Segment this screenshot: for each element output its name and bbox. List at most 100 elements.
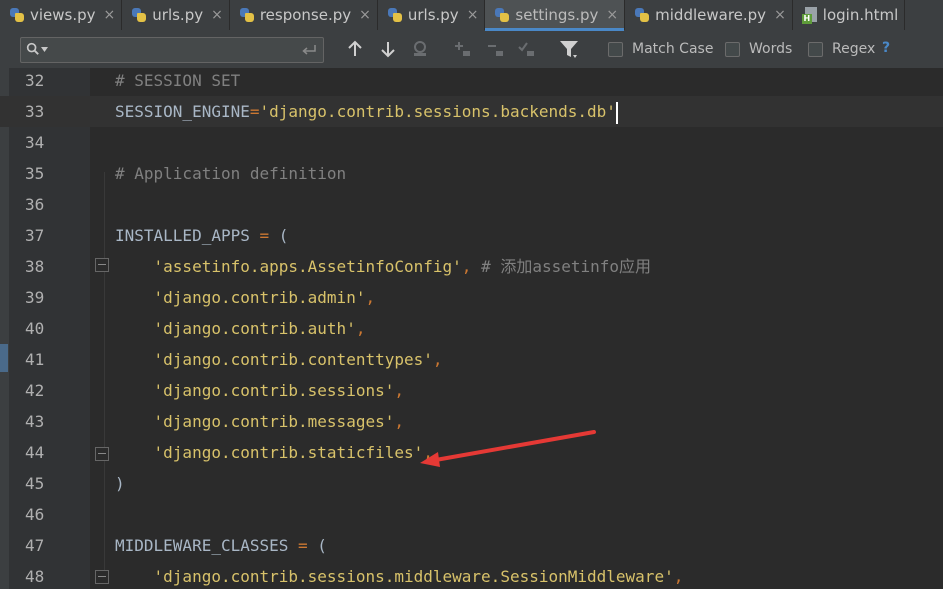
arrow-down-icon[interactable] — [377, 38, 399, 60]
code-text[interactable]: 'django.contrib.admin', — [115, 282, 376, 313]
code-line[interactable]: 38 'assetinfo.apps.AssetinfoConfig', # 添… — [0, 251, 943, 282]
arrow-shaft — [428, 430, 596, 463]
code-line[interactable]: 39 'django.contrib.admin', — [0, 282, 943, 313]
close-icon[interactable]: × — [211, 7, 223, 23]
search-input[interactable] — [57, 40, 291, 62]
code-line[interactable]: 48 'django.contrib.sessions.middleware.S… — [0, 561, 943, 589]
fold-marker-icon[interactable] — [95, 447, 109, 461]
fold-marker-icon[interactable] — [95, 570, 109, 584]
line-number: 48 — [25, 567, 45, 586]
line-number: 45 — [25, 474, 45, 493]
line-number: 35 — [25, 164, 45, 183]
close-icon[interactable]: × — [774, 7, 786, 23]
arrow-up-icon[interactable] — [344, 38, 366, 60]
match-case-option[interactable]: Match Case — [608, 41, 713, 57]
code-line[interactable]: 40 'django.contrib.auth', — [0, 313, 943, 344]
line-number: 47 — [25, 536, 45, 555]
code-text[interactable]: 'django.contrib.sessions.middleware.Sess… — [115, 561, 684, 589]
regex-option[interactable]: Regex — [808, 41, 875, 57]
words-checkbox[interactable] — [725, 41, 740, 57]
html-file-icon: H — [801, 6, 819, 24]
tab-urls-py-2[interactable]: urls.py × — [378, 0, 486, 30]
filter-icon[interactable] — [558, 38, 580, 60]
tab-label: response.py — [259, 6, 352, 24]
code-text[interactable]: 'assetinfo.apps.AssetinfoConfig', # 添加as… — [115, 251, 652, 282]
line-number: 43 — [25, 412, 45, 431]
code-line[interactable]: 41 'django.contrib.contenttypes', — [0, 344, 943, 375]
line-number: 34 — [25, 133, 45, 152]
code-text[interactable]: SESSION_ENGINE='django.contrib.sessions.… — [115, 96, 618, 127]
tab-urls-py[interactable]: urls.py × — [122, 0, 230, 30]
find-in-path-icon[interactable] — [409, 38, 431, 60]
code-text[interactable]: 'django.contrib.messages', — [115, 406, 404, 437]
code-line[interactable]: 47 MIDDLEWARE_CLASSES = ( — [0, 530, 943, 561]
line-number: 36 — [25, 195, 45, 214]
close-icon[interactable]: × — [104, 7, 116, 23]
remove-occurrence-icon[interactable] — [484, 38, 506, 60]
line-number: 33 — [9, 96, 90, 127]
red-annotation-arrow-icon — [420, 430, 596, 467]
code-text[interactable]: MIDDLEWARE_CLASSES = ( — [115, 530, 327, 561]
line-number: 32 — [25, 71, 45, 90]
tab-label: settings.py — [515, 6, 599, 24]
close-icon[interactable]: × — [467, 7, 479, 23]
code-line[interactable]: 42 'django.contrib.sessions', — [0, 375, 943, 406]
line-number: 41 — [25, 350, 45, 369]
regex-help-icon[interactable]: ? — [882, 40, 890, 56]
line-number: 37 — [25, 226, 45, 245]
code-line[interactable]: 34 — [0, 127, 943, 158]
code-text[interactable]: 'django.contrib.staticfiles', — [115, 437, 433, 468]
code-line[interactable]: 33 SESSION_ENGINE='django.contrib.session… — [0, 96, 943, 127]
tab-settings-py[interactable]: settings.py × — [485, 0, 626, 31]
python-file-icon — [130, 6, 148, 24]
code-text[interactable]: INSTALLED_APPS = ( — [115, 220, 288, 251]
python-file-icon — [8, 6, 26, 24]
python-file-icon — [386, 6, 404, 24]
code-text[interactable]: # SESSION SET — [115, 68, 240, 96]
line-number: 40 — [25, 319, 45, 338]
regex-checkbox[interactable] — [808, 41, 823, 57]
close-icon[interactable]: × — [359, 7, 371, 23]
text-caret — [615, 101, 618, 124]
code-line[interactable]: 37 INSTALLED_APPS = ( — [0, 220, 943, 251]
tab-middleware-py[interactable]: middleware.py × — [625, 0, 793, 30]
tab-label: views.py — [30, 6, 96, 24]
tab-login-html[interactable]: H login.html — [793, 0, 906, 30]
line-number: 44 — [25, 443, 45, 462]
tab-label: urls.py — [152, 6, 204, 24]
code-text[interactable]: 'django.contrib.sessions', — [115, 375, 404, 406]
code-text[interactable]: # Application definition — [115, 158, 346, 189]
tab-response-py[interactable]: response.py × — [230, 0, 378, 30]
match-case-checkbox[interactable] — [608, 41, 623, 57]
code-line[interactable]: 46 — [0, 499, 943, 530]
words-option[interactable]: Words — [725, 41, 792, 57]
search-box[interactable] — [20, 37, 324, 63]
python-file-icon — [238, 6, 256, 24]
line-number: 38 — [25, 257, 45, 276]
close-icon[interactable]: × — [606, 7, 618, 23]
editor-tab-bar: views.py × urls.py × response.py × urls.… — [0, 0, 943, 32]
regex-label: Regex — [832, 41, 876, 57]
code-text[interactable]: 'django.contrib.auth', — [115, 313, 366, 344]
line-number: 42 — [25, 381, 45, 400]
line-number: 39 — [25, 288, 45, 307]
chevron-down-icon[interactable] — [41, 47, 48, 52]
fold-marker-icon[interactable] — [95, 258, 109, 272]
code-text[interactable]: 'django.contrib.contenttypes', — [115, 344, 443, 375]
add-occurrence-icon[interactable] — [451, 38, 473, 60]
search-icon[interactable] — [26, 42, 41, 57]
code-line[interactable]: 36 — [0, 189, 943, 220]
select-all-occurrences-icon[interactable] — [515, 38, 537, 60]
tab-views-py[interactable]: views.py × — [0, 0, 123, 30]
code-text[interactable]: ) — [115, 468, 125, 499]
enter-icon — [302, 45, 316, 55]
tab-label: urls.py — [407, 6, 459, 24]
line-number: 46 — [25, 505, 45, 524]
tab-label: login.html — [822, 6, 899, 24]
python-file-icon — [493, 6, 511, 24]
words-label: Words — [749, 41, 793, 57]
code-line[interactable]: 35 # Application definition — [0, 158, 943, 189]
code-editor[interactable]: 32 # SESSION SET 33 SESSION_ENGINE='django.… — [0, 68, 943, 589]
code-line[interactable]: 45) — [0, 468, 943, 499]
code-line[interactable]: 32 # SESSION SET — [0, 68, 943, 96]
